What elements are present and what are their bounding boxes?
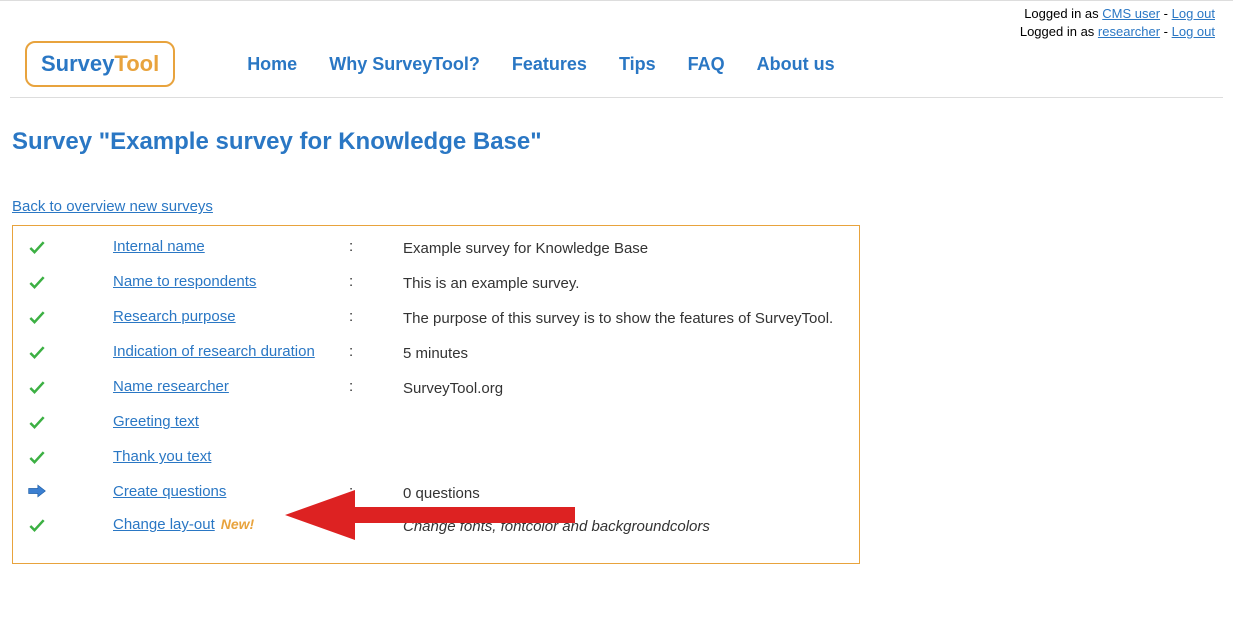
row-name-researcher: Name researcher : SurveyTool.org [23,378,849,401]
check-icon [27,523,47,539]
value-layout: Change fonts, fontcolor and backgroundco… [403,516,849,537]
value-create-questions: 0 questions [403,483,849,504]
arrow-right-icon [27,486,47,502]
row-greeting: Greeting text [23,413,849,436]
login-status: Logged in as CMS user - Log out Logged i… [0,1,1233,41]
nav-why[interactable]: Why SurveyTool? [329,54,480,75]
value-name-researcher: SurveyTool.org [403,378,849,399]
nav-about[interactable]: About us [757,54,835,75]
logout-link-1[interactable]: Log out [1172,6,1215,21]
row-thankyou: Thank you text [23,448,849,471]
back-link[interactable]: Back to overview new surveys [12,198,213,215]
link-internal-name[interactable]: Internal name [113,238,205,255]
value-name-respondents: This is an example survey. [403,273,849,294]
row-duration: Indication of research duration : 5 minu… [23,343,849,366]
row-create-questions: Create questions : 0 questions [23,483,849,504]
page-title: Survey "Example survey for Knowledge Bas… [12,128,1223,156]
login-user-cms[interactable]: CMS user [1102,6,1160,21]
nav-features[interactable]: Features [512,54,587,75]
check-icon [27,420,47,436]
new-badge: New! [221,516,254,532]
check-icon [27,315,47,331]
value-duration: 5 minutes [403,343,849,364]
nav-home[interactable]: Home [247,54,297,75]
link-layout[interactable]: Change lay-out [113,516,215,533]
row-research-purpose: Research purpose : The purpose of this s… [23,308,849,331]
row-internal-name: Internal name : Example survey for Knowl… [23,238,849,261]
header: SurveyTool Home Why SurveyTool? Features… [0,41,1233,95]
link-thankyou[interactable]: Thank you text [113,448,211,465]
link-duration[interactable]: Indication of research duration [113,343,315,360]
check-icon [27,245,47,261]
main-nav: Home Why SurveyTool? Features Tips FAQ A… [247,54,834,75]
login-prefix-2: Logged in as [1020,24,1098,39]
value-internal-name: Example survey for Knowledge Base [403,238,849,259]
login-user-researcher[interactable]: researcher [1098,24,1160,39]
link-name-respondents[interactable]: Name to respondents [113,273,256,290]
row-name-respondents: Name to respondents : This is an example… [23,273,849,296]
row-layout: Change lay-outNew! : Change fonts, fontc… [23,516,849,539]
check-icon [27,280,47,296]
logout-link-2[interactable]: Log out [1172,24,1215,39]
survey-summary-panel: Internal name : Example survey for Knowl… [12,225,860,564]
link-greeting[interactable]: Greeting text [113,413,199,430]
link-create-questions[interactable]: Create questions [113,483,226,500]
login-prefix-1: Logged in as [1024,6,1102,21]
logo[interactable]: SurveyTool [25,41,175,87]
nav-tips[interactable]: Tips [619,54,656,75]
check-icon [27,385,47,401]
check-icon [27,350,47,366]
check-icon [27,455,47,471]
link-name-researcher[interactable]: Name researcher [113,378,229,395]
value-research-purpose: The purpose of this survey is to show th… [403,308,849,329]
link-research-purpose[interactable]: Research purpose [113,308,236,325]
nav-faq[interactable]: FAQ [688,54,725,75]
content: Survey "Example survey for Knowledge Bas… [0,98,1233,584]
